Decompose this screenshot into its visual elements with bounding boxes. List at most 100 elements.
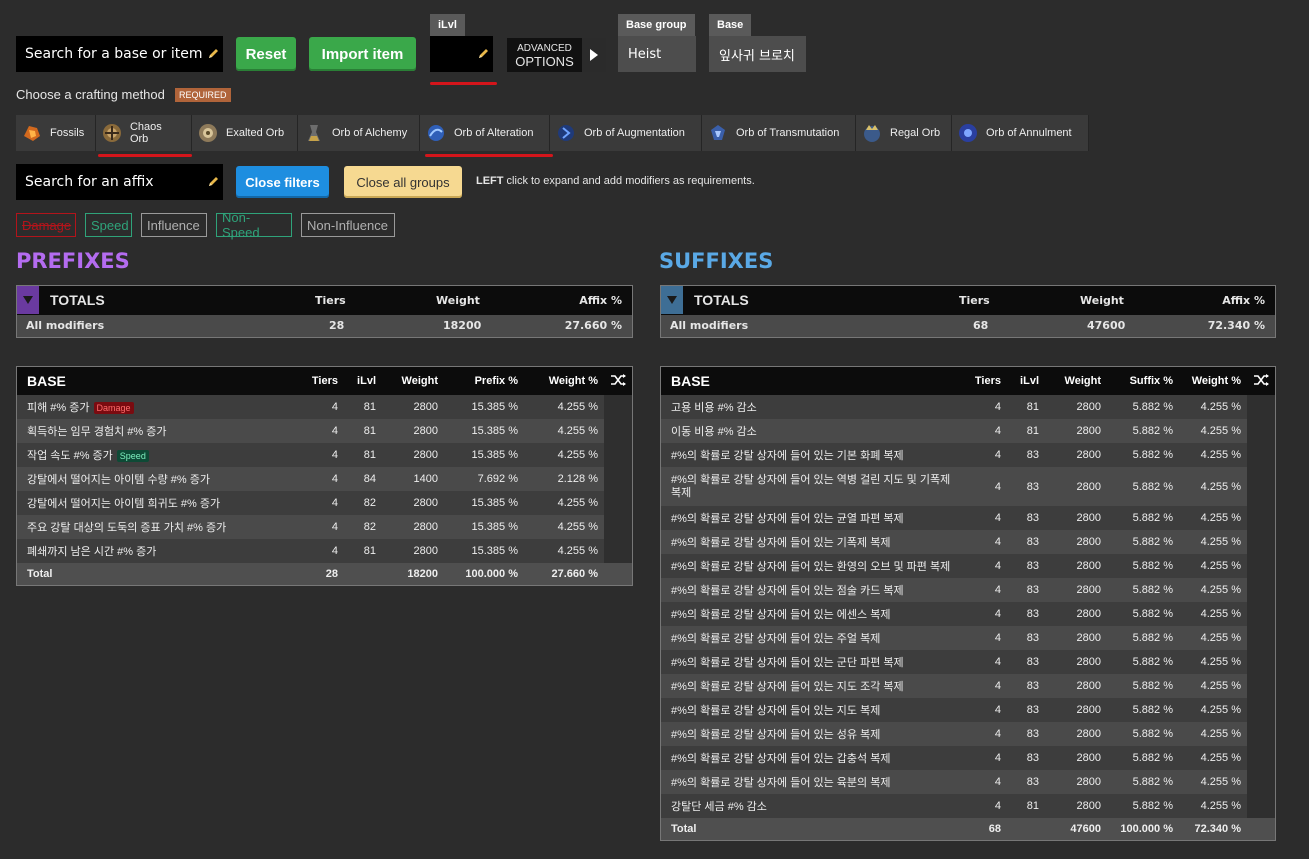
table-row[interactable]: #%의 확률로 강탈 상자에 들어 있는 기본 화폐 복제 4 83 2800 5.88… — [661, 443, 1275, 467]
table-row[interactable]: 강탈단 세금 #% 감소 4 81 2800 5.882 % 4.255 % — [661, 794, 1275, 818]
crafting-method-label: Choose a crafting method — [16, 87, 165, 102]
modifier-name: 주요 강탈 대상의 도둑의 증표 가치 #% 증가 — [17, 515, 304, 539]
cell-spacer — [1247, 698, 1275, 722]
modifier-name: 고용 비용 #% 감소 — [661, 395, 967, 419]
close-all-groups-button[interactable]: Close all groups — [344, 166, 462, 198]
cell-pct: 5.882 % — [1107, 626, 1179, 650]
col-tiers: Tiers — [967, 367, 1007, 395]
table-row[interactable]: 강탈에서 떨어지는 아이템 수량 #% 증가 4 84 1400 7.692 % 2.12… — [17, 467, 632, 491]
table-row[interactable]: 작업 속도 #% 증가 Speed 4 81 2800 15.385 % 4.255 % — [17, 443, 632, 467]
table-row[interactable]: 폐쇄까지 남은 시간 #% 증가 4 81 2800 15.385 % 4.255 % — [17, 539, 632, 563]
import-item-button[interactable]: Import item — [309, 37, 416, 71]
table-row[interactable]: 획득하는 임무 경험치 #% 증가 4 81 2800 15.385 % 4.255 % — [17, 419, 632, 443]
cell-weight-pct: 4.255 % — [1179, 626, 1247, 650]
chevron-down-icon[interactable] — [17, 286, 39, 314]
cell-tiers: 4 — [967, 467, 1007, 506]
cell-pct: 5.882 % — [1107, 746, 1179, 770]
cell-weight: 2800 — [1045, 419, 1107, 443]
affix-search-input[interactable]: Search for an affix — [16, 164, 223, 200]
prefixes-base-table: BASE Tiers iLvl Weight Prefix % Weight %… — [16, 366, 633, 586]
table-row[interactable]: #%의 확률로 강탈 상자에 들어 있는 육분의 복제 4 83 2800 5.882 … — [661, 770, 1275, 794]
method-orb-of-augmentation[interactable]: Orb of Augmentation — [550, 115, 702, 151]
table-row[interactable]: #%의 확률로 강탈 상자에 들어 있는 군단 파편 복제 4 83 2800 5.88… — [661, 650, 1275, 674]
cell-ilvl: 83 — [1007, 443, 1045, 467]
ilvl-highlight-underline — [430, 82, 497, 85]
filter-non-speed[interactable]: Non-Speed — [216, 210, 292, 240]
reset-button[interactable]: Reset — [236, 37, 296, 71]
filter-influence[interactable]: Influence — [141, 213, 207, 237]
cell-weight-pct: 4.255 % — [524, 419, 604, 443]
modifier-text: #%의 확률로 강탈 상자에 들어 있는 균열 파편 복제 — [671, 513, 904, 525]
cell-spacer — [1247, 602, 1275, 626]
advanced-options-button[interactable]: ADVANCED OPTIONS — [507, 38, 606, 72]
totals-affix: 27.660 % — [564, 319, 622, 332]
table-row[interactable]: #%의 확률로 강탈 상자에 들어 있는 역병 걸린 지도 및 기폭제 복제 4 8… — [661, 467, 1275, 506]
base-select[interactable]: 잎사귀 브로치 — [709, 36, 806, 72]
cell-pct: 5.882 % — [1107, 578, 1179, 602]
modifier-name: #%의 확률로 강탈 상자에 들어 있는 균열 파편 복제 — [661, 506, 967, 530]
table-row[interactable]: #%의 확률로 강탈 상자에 들어 있는 주얼 복제 4 83 2800 5.882 %… — [661, 626, 1275, 650]
hint-text: click to expand and add modifiers as req… — [503, 175, 755, 187]
cell-weight: 2800 — [1045, 530, 1107, 554]
table-row[interactable]: 주요 강탈 대상의 도둑의 증표 가치 #% 증가 4 82 2800 15.385 %… — [17, 515, 632, 539]
method-regal-orb[interactable]: Regal Orb — [856, 115, 952, 151]
base-search-input[interactable]: Search for a base or item — [16, 36, 223, 72]
modifier-name: #%의 확률로 강탈 상자에 들어 있는 지도 조각 복제 — [661, 674, 967, 698]
method-exalted-orb[interactable]: Exalted Orb — [192, 115, 298, 151]
filter-damage[interactable]: Damage — [16, 213, 76, 237]
total-spacer — [604, 563, 632, 585]
ilvl-input[interactable] — [430, 36, 493, 72]
table-row[interactable]: #%의 확률로 강탈 상자에 들어 있는 환영의 오브 및 파편 복제 4 83 28… — [661, 554, 1275, 578]
cell-ilvl: 81 — [344, 443, 382, 467]
chaos-orb-highlight-underline — [98, 154, 192, 157]
table-row[interactable]: #%의 확률로 강탈 상자에 들어 있는 에센스 복제 4 83 2800 5.882 … — [661, 602, 1275, 626]
totals-weight: 47600 — [1087, 319, 1126, 332]
filter-non-influence[interactable]: Non-Influence — [301, 213, 395, 237]
base-header: BASE — [661, 367, 967, 395]
total-ilvl — [344, 563, 382, 585]
prefixes-totals-table: TOTALS Tiers Weight Affix % All modifier… — [16, 285, 633, 338]
shuffle-icon[interactable] — [604, 367, 632, 395]
cell-tiers: 4 — [304, 491, 344, 515]
method-orb-of-transmutation[interactable]: Orb of Transmutation — [702, 115, 856, 151]
method-fossils[interactable]: Fossils — [16, 115, 96, 151]
table-row[interactable]: #%의 확률로 강탈 상자에 들어 있는 기폭제 복제 4 83 2800 5.882 … — [661, 530, 1275, 554]
modifier-name: 작업 속도 #% 증가 Speed — [17, 443, 304, 467]
cell-weight-pct: 4.255 % — [1179, 554, 1247, 578]
table-row[interactable]: 피해 #% 증가 Damage 4 81 2800 15.385 % 4.255 % — [17, 395, 632, 419]
method-label: Orb of Alteration — [454, 127, 534, 139]
method-orb-of-annulment[interactable]: Orb of Annulment — [952, 115, 1089, 151]
table-row[interactable]: 이동 비용 #% 감소 4 81 2800 5.882 % 4.255 % — [661, 419, 1275, 443]
table-row[interactable]: #%의 확률로 강탈 상자에 들어 있는 점술 카드 복제 4 83 2800 5.88… — [661, 578, 1275, 602]
method-orb-of-alteration[interactable]: Orb of Alteration — [420, 115, 550, 151]
base-header: BASE — [17, 367, 304, 395]
cell-weight: 2800 — [1045, 554, 1107, 578]
total-tiers: 68 — [967, 818, 1007, 840]
method-label: Fossils — [50, 127, 85, 139]
base-group-select[interactable]: Heist — [618, 36, 696, 72]
cell-spacer — [1247, 443, 1275, 467]
filter-speed[interactable]: Speed — [85, 213, 132, 237]
close-filters-button[interactable]: Close filters — [236, 166, 329, 198]
chevron-down-icon[interactable] — [661, 286, 683, 314]
table-row[interactable]: #%의 확률로 강탈 상자에 들어 있는 갑충석 복제 4 83 2800 5.882 … — [661, 746, 1275, 770]
table-row[interactable]: #%의 확률로 강탈 상자에 들어 있는 성유 복제 4 83 2800 5.882 %… — [661, 722, 1275, 746]
table-row[interactable]: #%의 확률로 강탈 상자에 들어 있는 지도 복제 4 83 2800 5.882 %… — [661, 698, 1275, 722]
cell-spacer — [1247, 467, 1275, 506]
col-weight: Weight — [1045, 367, 1107, 395]
table-row[interactable]: 강탈에서 떨어지는 아이템 희귀도 #% 증가 4 82 2800 15.385 % 4.… — [17, 491, 632, 515]
table-row[interactable]: #%의 확률로 강탈 상자에 들어 있는 지도 조각 복제 4 83 2800 5.88… — [661, 674, 1275, 698]
cell-weight-pct: 4.255 % — [1179, 794, 1247, 818]
cell-weight: 2800 — [1045, 506, 1107, 530]
cell-weight: 2800 — [1045, 467, 1107, 506]
table-row[interactable]: 고용 비용 #% 감소 4 81 2800 5.882 % 4.255 % — [661, 395, 1275, 419]
cell-tiers: 4 — [967, 443, 1007, 467]
table-row[interactable]: #%의 확률로 강탈 상자에 들어 있는 균열 파편 복제 4 83 2800 5.88… — [661, 506, 1275, 530]
cell-weight-pct: 4.255 % — [1179, 746, 1247, 770]
method-orb-of-alchemy[interactable]: Orb of Alchemy — [298, 115, 420, 151]
modifier-name: #%의 확률로 강탈 상자에 들어 있는 역병 걸린 지도 및 기폭제 복제 — [661, 467, 967, 506]
shuffle-icon[interactable] — [1247, 367, 1275, 395]
method-chaos-orb[interactable]: Chaos Orb — [96, 115, 192, 151]
method-label: Exalted Orb — [226, 127, 285, 139]
chaos-orb-icon — [100, 121, 124, 145]
